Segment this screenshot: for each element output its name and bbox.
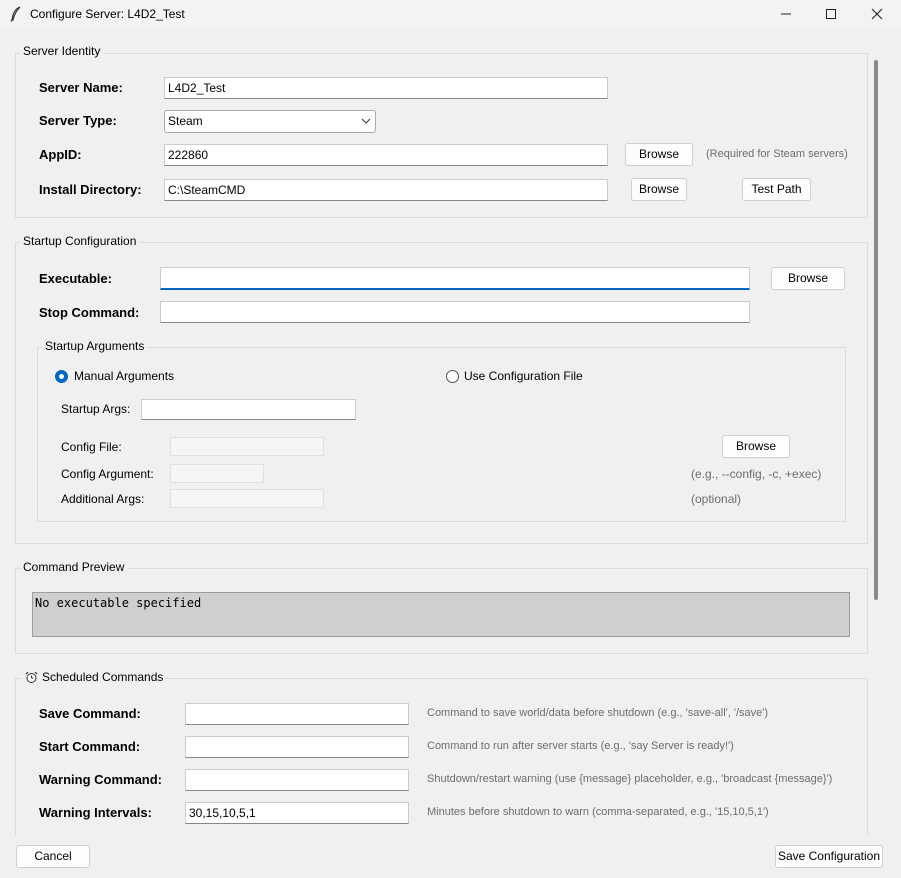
stop-command-input[interactable]: [160, 301, 750, 323]
close-button[interactable]: [854, 0, 900, 28]
config-argument-label: Config Argument:: [61, 467, 154, 481]
use-config-file-radio[interactable]: [446, 370, 459, 383]
feather-icon: [10, 6, 21, 22]
warning-intervals-label: Warning Intervals:: [39, 805, 152, 820]
test-path-button[interactable]: Test Path: [742, 178, 811, 201]
executable-label: Executable:: [39, 271, 112, 286]
cancel-button[interactable]: Cancel: [16, 845, 90, 868]
start-command-hint: Command to run after server starts (e.g.…: [427, 740, 734, 752]
window-title: Configure Server: L4D2_Test: [30, 7, 185, 21]
additional-args-label: Additional Args:: [61, 492, 145, 506]
scheduled-commands-header: Scheduled Commands: [22, 670, 167, 684]
appid-browse-button[interactable]: Browse: [625, 143, 693, 166]
install-directory-label: Install Directory:: [39, 182, 142, 197]
startup-configuration-title: Startup Configuration: [20, 234, 140, 248]
server-name-label: Server Name:: [39, 80, 123, 95]
minimize-icon: [781, 13, 791, 15]
startup-args-input[interactable]: [141, 399, 356, 420]
minimize-button[interactable]: [763, 0, 809, 28]
maximize-button[interactable]: [808, 0, 854, 28]
executable-input[interactable]: [160, 267, 750, 290]
server-type-label: Server Type:: [39, 113, 117, 128]
server-name-input[interactable]: L4D2_Test: [164, 77, 608, 99]
config-argument-input[interactable]: [170, 464, 264, 483]
warning-command-hint: Shutdown/restart warning (use {message} …: [427, 773, 833, 785]
server-type-value: Steam: [168, 114, 203, 128]
config-file-label: Config File:: [61, 440, 122, 454]
config-file-browse-button[interactable]: Browse: [722, 435, 790, 458]
config-file-input[interactable]: [170, 437, 324, 456]
chevron-down-icon: [361, 118, 371, 124]
start-command-label: Start Command:: [39, 739, 141, 754]
vertical-scrollbar[interactable]: [874, 60, 878, 600]
use-config-file-label[interactable]: Use Configuration File: [464, 369, 583, 383]
warning-command-input[interactable]: [185, 769, 409, 791]
startup-args-label: Startup Args:: [61, 402, 131, 416]
server-identity-title: Server Identity: [20, 44, 104, 58]
command-preview-title: Command Preview: [20, 560, 128, 574]
install-directory-browse-button[interactable]: Browse: [631, 178, 687, 201]
close-icon: [871, 8, 883, 20]
manual-arguments-radio[interactable]: [55, 370, 68, 383]
manual-arguments-label[interactable]: Manual Arguments: [74, 369, 174, 383]
appid-hint: (Required for Steam servers): [706, 148, 848, 160]
additional-args-hint: (optional): [691, 492, 742, 506]
save-configuration-button[interactable]: Save Configuration: [775, 845, 883, 868]
save-command-hint: Command to save world/data before shutdo…: [427, 707, 769, 719]
config-argument-hint: (e.g., --config, -c, +exec): [691, 467, 822, 481]
install-directory-input[interactable]: C:\SteamCMD: [164, 179, 608, 201]
alarm-clock-icon: [25, 671, 38, 683]
startup-arguments-title: Startup Arguments: [42, 339, 148, 353]
additional-args-input[interactable]: [170, 489, 324, 508]
server-type-select[interactable]: Steam: [164, 110, 376, 133]
warning-intervals-input[interactable]: 30,15,10,5,1: [185, 802, 409, 824]
title-bar[interactable]: Configure Server: L4D2_Test: [0, 0, 901, 28]
appid-input[interactable]: 222860: [164, 144, 608, 166]
warning-intervals-hint: Minutes before shutdown to warn (comma-s…: [427, 806, 769, 818]
start-command-input[interactable]: [185, 736, 409, 758]
save-command-label: Save Command:: [39, 706, 141, 721]
scheduled-commands-title: Scheduled Commands: [42, 670, 164, 684]
stop-command-label: Stop Command:: [39, 305, 140, 320]
warning-command-label: Warning Command:: [39, 772, 163, 787]
appid-label: AppID:: [39, 147, 82, 162]
maximize-icon: [826, 9, 836, 19]
dialog-footer: Cancel Save Configuration: [0, 836, 901, 878]
save-command-input[interactable]: [185, 703, 409, 725]
executable-browse-button[interactable]: Browse: [771, 267, 845, 290]
command-preview-text: No executable specified: [32, 592, 850, 637]
